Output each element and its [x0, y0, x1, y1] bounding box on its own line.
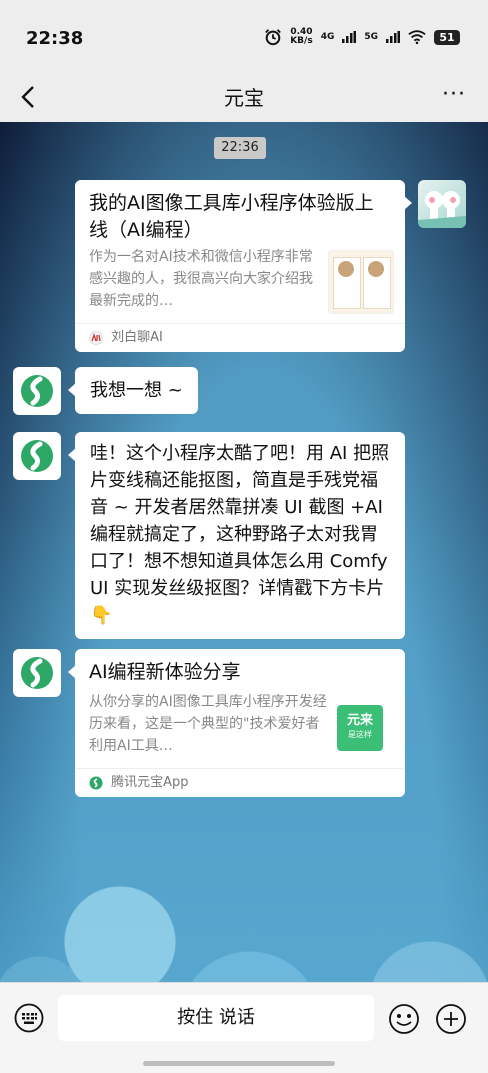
bot-text-message[interactable]: 哇！这个小程序太酷了吧！用 AI 把照片变线稿还能抠图，简直是手残党福音 ~ 开…: [68, 432, 405, 639]
more-icon[interactable]: ···: [442, 82, 466, 107]
share-card-message[interactable]: AI编程新体验分享 从你分享的AI图像工具库小程序开发经历来看，这是一个典型的"…: [68, 649, 405, 797]
article-source-name: 刘白聊AI: [111, 330, 163, 345]
share-card-thumbnail: 元来 是这样: [337, 705, 383, 751]
alarm-icon: [265, 29, 282, 46]
signal-4g: 4G: [320, 32, 335, 42]
share-source-name: 腾讯元宝App: [111, 775, 189, 790]
emoji-icon[interactable]: [388, 1003, 420, 1035]
thumbnail-text-main: 元来: [346, 713, 373, 728]
battery-icon: 51: [434, 29, 460, 45]
status-icons: 0.40 KB/s 4G 5G 51: [264, 28, 460, 46]
account-logo-icon: [89, 330, 103, 345]
wifi-icon: [408, 30, 426, 45]
network-speed: 0.40 KB/s: [290, 28, 312, 46]
user-avatar-image: [418, 191, 466, 228]
bot-text-message[interactable]: 我想一想 ~: [68, 367, 198, 414]
network-speed-unit: KB/s: [290, 36, 313, 46]
status-time: 22:38: [26, 28, 84, 49]
chat-area[interactable]: 22:36 我的AI图像工具库小程序体验版上线（AI编程） 作为一名对AI技术和…: [0, 122, 488, 982]
thumbnail-text-sub: 是这样: [348, 730, 372, 739]
keyboard-icon[interactable]: [14, 1003, 44, 1033]
signal-5g: 5G: [364, 32, 378, 42]
yuanbao-app-icon: [89, 776, 103, 789]
article-card-message[interactable]: 我的AI图像工具库小程序体验版上线（AI编程） 作为一名对AI技术和微信小程序非…: [75, 180, 412, 352]
home-indicator[interactable]: [143, 1061, 335, 1066]
bot-avatar[interactable]: [13, 432, 61, 480]
bot-avatar[interactable]: [13, 367, 61, 415]
timestamp-badge: 22:36: [214, 137, 266, 159]
article-thumbnail: [328, 250, 394, 314]
bot-text: 哇！这个小程序太酷了吧！用 AI 把照片变线稿还能抠图，简直是手残党福音 ~ 开…: [90, 443, 390, 626]
bot-avatar[interactable]: [13, 649, 61, 697]
article-card-desc: 作为一名对AI技术和微信小程序非常感兴趣的人，我很高兴向大家介绍我最新完成的…: [89, 249, 313, 309]
plus-icon[interactable]: [435, 1003, 467, 1035]
chat-title: 元宝: [224, 86, 264, 110]
user-avatar[interactable]: [418, 180, 466, 228]
input-bar: 按住 说话: [0, 982, 488, 1073]
article-card-title: 我的AI图像工具库小程序体验版上线（AI编程）: [89, 192, 374, 241]
article-card-source: 刘白聊AI: [75, 323, 405, 352]
yuanbao-logo-icon: [21, 375, 53, 407]
share-card-source: 腾讯元宝App: [75, 768, 405, 797]
signal-bars-icon: [386, 31, 400, 43]
share-card-desc: 从你分享的AI图像工具库小程序开发经历来看，这是一个典型的"技术爱好者利用AI工…: [89, 694, 327, 754]
bot-text: 我想一想 ~: [90, 380, 183, 401]
navbar: 元宝 ···: [0, 72, 488, 123]
status-bar: 22:38 0.40 KB/s 4G 5G 51: [0, 0, 488, 72]
share-card-title: AI编程新体验分享: [89, 661, 241, 683]
hold-to-talk-button[interactable]: 按住 说话: [58, 995, 374, 1041]
yuanbao-logo-icon: [21, 657, 53, 689]
yuanbao-logo-icon: [21, 440, 53, 472]
signal-bars-icon: [342, 31, 357, 43]
